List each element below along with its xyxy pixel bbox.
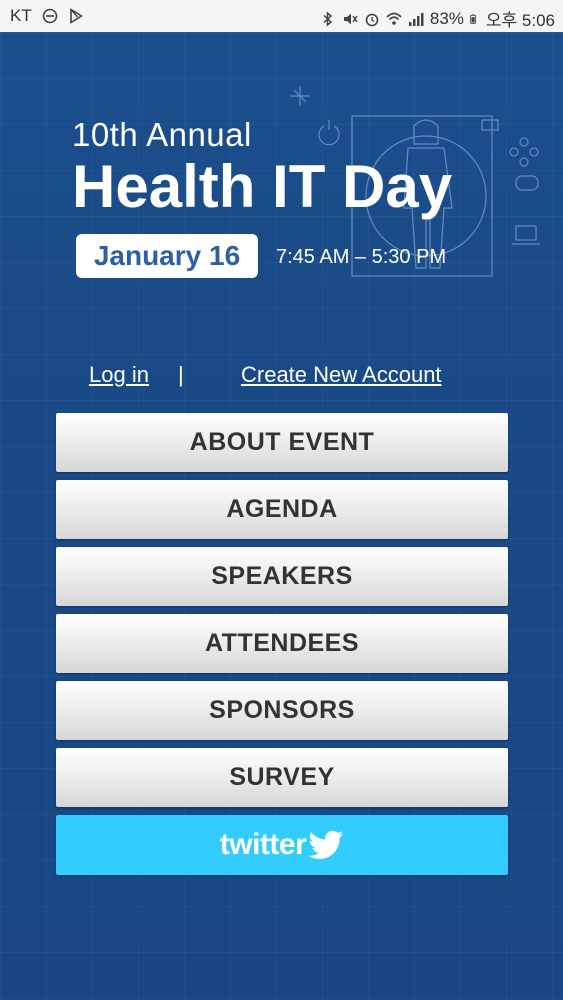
twitter-button[interactable]: twitter [56, 815, 508, 875]
event-time: 7:45 AM – 5:30 PM [276, 246, 447, 268]
mute-icon [343, 13, 358, 24]
twitter-logo: twitter [220, 828, 345, 862]
auth-links: Log in | Create New Account [0, 362, 563, 392]
twitter-wordmark: twitter [219, 828, 307, 861]
play-store-icon [69, 8, 83, 24]
battery-percent: 83% [429, 8, 464, 28]
agenda-button[interactable]: AGENDA [56, 480, 508, 539]
bluetooth-icon [323, 10, 333, 27]
button-label: ABOUT EVENT [189, 428, 375, 456]
about-event-button[interactable]: ABOUT EVENT [56, 413, 508, 472]
main-menu: ABOUT EVENT AGENDA SPEAKERS ATTENDEES SP… [56, 413, 508, 883]
alarm-icon [365, 13, 379, 26]
button-label: SPONSORS [209, 696, 355, 724]
wifi-icon [386, 12, 402, 25]
speakers-button[interactable]: SPEAKERS [56, 547, 508, 606]
status-right: 83% 오후 5:06 [320, 6, 555, 31]
event-title: Health IT Day [72, 153, 453, 220]
login-link[interactable]: Log in [89, 362, 149, 388]
app-screen: KT 83% 오후 5:06 10th Annual Health IT Day… [0, 0, 563, 1000]
battery-icon [470, 13, 476, 24]
twitter-bird-icon [308, 830, 344, 859]
carrier-label: KT [10, 6, 32, 25]
event-date-badge: January 16 [76, 234, 258, 278]
status-bar: KT 83% 오후 5:06 [0, 0, 563, 32]
button-label: AGENDA [226, 495, 338, 523]
signal-icon [408, 12, 424, 26]
create-account-link[interactable]: Create New Account [241, 362, 442, 388]
clock: 오후 5:06 [485, 11, 555, 30]
button-label: ATTENDEES [204, 629, 360, 657]
button-label: SURVEY [229, 763, 335, 791]
status-left: KT [10, 6, 84, 26]
sponsors-button[interactable]: SPONSORS [56, 681, 508, 740]
event-date: January 16 [93, 240, 241, 271]
link-separator: | [178, 362, 184, 387]
survey-button[interactable]: SURVEY [56, 748, 508, 807]
event-banner: 10th Annual Health IT Day January 16 7:4… [0, 32, 563, 332]
event-subtitle: 10th Annual [72, 116, 252, 153]
do-not-disturb-icon [42, 8, 58, 24]
attendees-button[interactable]: ATTENDEES [56, 614, 508, 673]
button-label: SPEAKERS [211, 562, 353, 590]
